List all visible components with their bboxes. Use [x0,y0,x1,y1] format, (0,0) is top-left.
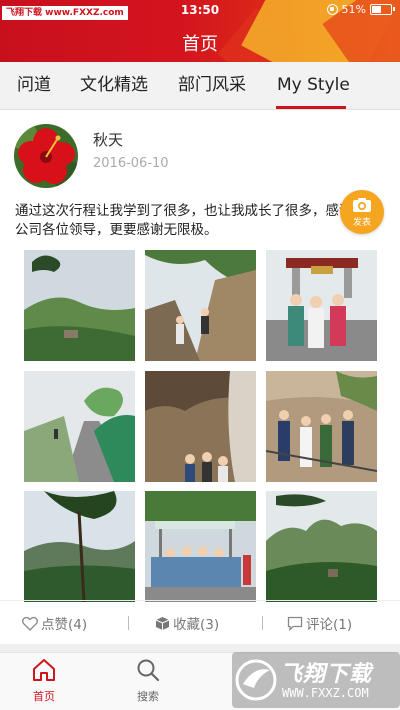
publish-button[interactable]: 发表 [340,190,384,234]
orientation-lock-icon [326,4,338,15]
battery-icon [370,4,395,15]
watermark-bottom: 飞翔下载 WWW.FXXZ.COM [232,652,400,708]
post-photo-1[interactable] [24,250,135,361]
post-photo-2[interactable] [145,250,256,361]
post-photo-8[interactable] [145,491,256,602]
post-text: 通过这次行程让我学到了很多，也让我成长了很多，感谢公司各位领导，更要感谢无限极。 [15,203,353,238]
battery-percent: 51% [341,3,366,16]
status-indicators: 51% [326,3,395,16]
post-date: 2016-06-10 [93,156,169,171]
watermark-brand: 飞翔下载 [280,662,373,687]
watermark-url: WWW.FXXZ.COM [282,686,369,700]
tab-wendao[interactable]: 问道 [17,62,51,110]
tab-culture-selection[interactable]: 文化精选 [80,62,148,110]
comment-button[interactable]: 评论(1) [287,613,352,633]
app-header: 飞翔下载 www.FXXZ.com 13:50 51% 首页 [0,0,400,62]
page-title: 首页 [182,34,218,55]
collect-button[interactable]: 收藏(3) [155,613,219,633]
like-button[interactable]: 点赞(4) [22,613,87,633]
tab-bar: 问道 文化精选 部门风采 My Style [0,62,400,110]
nav-label-home: 首页 [33,690,55,703]
battery-level [372,6,382,13]
post-photo-3[interactable] [266,250,377,361]
post-photo-5[interactable] [145,371,256,482]
section-divider [0,644,400,652]
action-divider [262,616,263,630]
home-icon [33,659,55,681]
avatar[interactable] [14,124,78,188]
tab-my-style[interactable]: My Style [277,62,350,110]
cube-icon [155,616,170,630]
post-photo-9[interactable] [266,491,377,602]
site-logo-icon [235,659,277,701]
post-photo-7[interactable] [24,491,135,602]
post-action-bar: 点赞(4) 收藏(3) 评论(1) [0,600,400,644]
tab-department-showcase[interactable]: 部门风采 [178,62,246,110]
post-author[interactable]: 秋天 [93,129,123,150]
comment-count-label: 评论(1) [306,617,353,633]
nav-item-search[interactable]: 搜索 [118,657,178,704]
action-divider [128,616,129,630]
search-icon [137,659,160,682]
like-count-label: 点赞(4) [41,617,88,633]
active-tab-indicator [276,106,346,109]
nav-label-search: 搜索 [137,690,159,703]
comment-icon [287,616,303,631]
collect-count-label: 收藏(3) [173,617,220,633]
post-photo-4[interactable] [24,371,135,482]
camera-icon [353,198,371,212]
post-photo-6[interactable] [266,371,377,482]
nav-item-home[interactable]: 首页 [14,657,74,704]
publish-button-label: 发表 [352,218,371,228]
heart-icon [22,616,38,631]
